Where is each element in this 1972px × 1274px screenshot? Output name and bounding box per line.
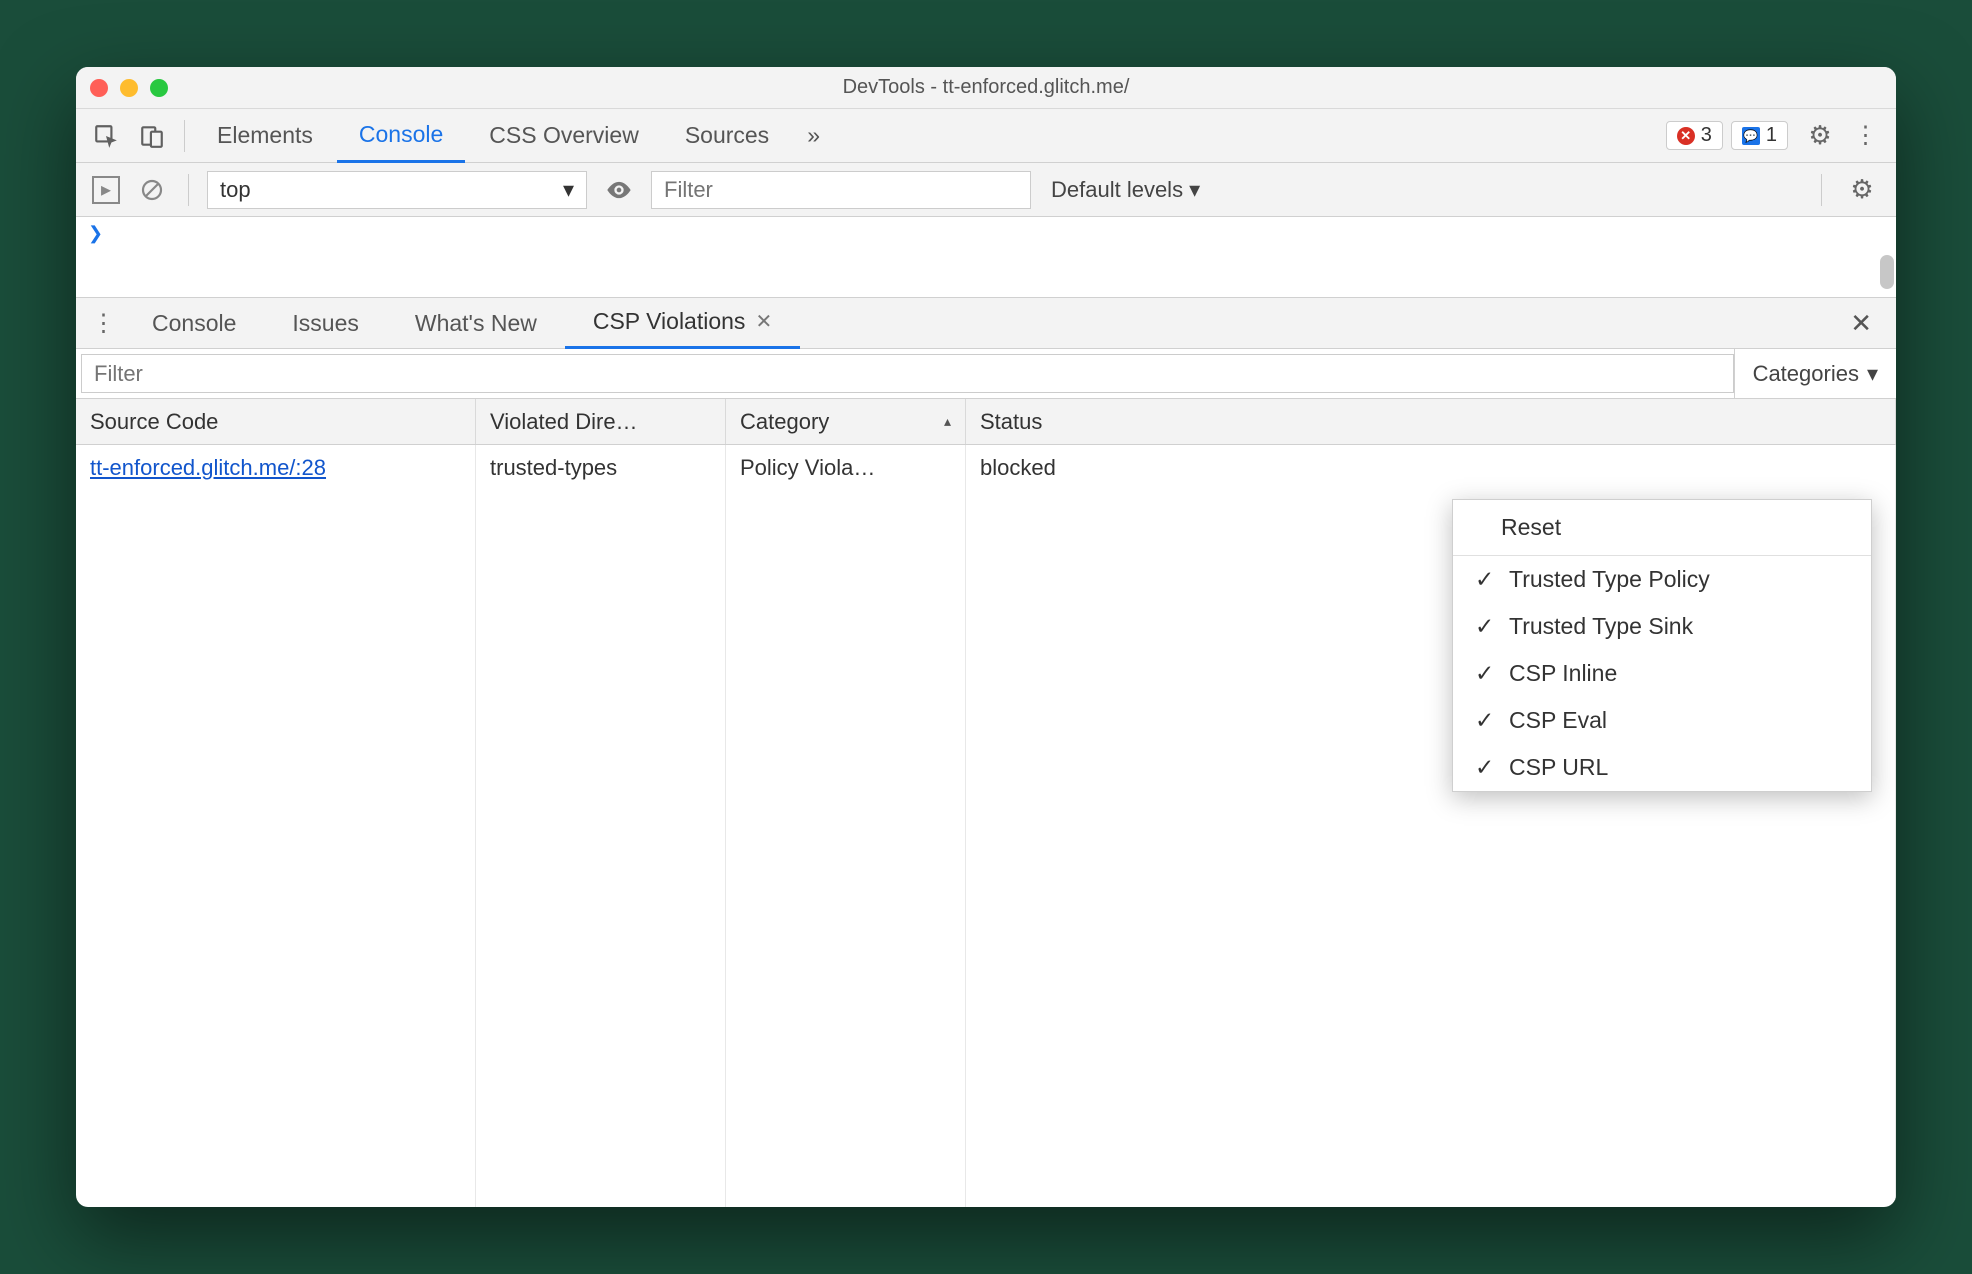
source-link[interactable]: tt-enforced.glitch.me/:28 bbox=[90, 455, 326, 481]
clear-console-icon[interactable] bbox=[134, 168, 170, 212]
th-status[interactable]: Status bbox=[966, 399, 1896, 444]
title-bar: DevTools - tt-enforced.glitch.me/ bbox=[76, 67, 1896, 109]
th-source[interactable]: Source Code bbox=[76, 399, 476, 444]
td-source: tt-enforced.glitch.me/:28 bbox=[76, 445, 476, 491]
inspect-element-icon[interactable] bbox=[84, 114, 128, 158]
table-row[interactable]: tt-enforced.glitch.me/:28 trusted-types … bbox=[76, 445, 1896, 491]
dropdown-option[interactable]: ✓ CSP Inline bbox=[1453, 650, 1871, 697]
th-category[interactable]: Category bbox=[726, 399, 966, 444]
badge-group: ✕ 3 💬 1 bbox=[1666, 121, 1788, 150]
drawer-tab-csp-violations[interactable]: CSP Violations ✕ bbox=[565, 297, 800, 349]
check-icon: ✓ bbox=[1475, 566, 1495, 593]
devtools-window: DevTools - tt-enforced.glitch.me/ Elemen… bbox=[76, 67, 1896, 1207]
sidebar-toggle-icon[interactable]: ▸ bbox=[88, 168, 124, 212]
console-filter-input[interactable] bbox=[651, 171, 1031, 209]
option-label: CSP Inline bbox=[1509, 660, 1617, 687]
tab-console[interactable]: Console bbox=[337, 109, 465, 163]
levels-label: Default levels bbox=[1051, 177, 1183, 203]
option-label: Trusted Type Sink bbox=[1509, 613, 1693, 640]
main-tabs: Elements Console CSS Overview Sources » … bbox=[76, 109, 1896, 163]
separator bbox=[184, 120, 185, 152]
option-label: Trusted Type Policy bbox=[1509, 566, 1710, 593]
console-toolbar: ▸ top ▾ Default levels ▾ ⚙ bbox=[76, 163, 1896, 217]
drawer-tab-issues[interactable]: Issues bbox=[264, 297, 386, 349]
check-icon: ✓ bbox=[1475, 707, 1495, 734]
error-count: 3 bbox=[1701, 124, 1712, 147]
separator bbox=[188, 174, 189, 206]
settings-icon[interactable]: ⚙ bbox=[1798, 114, 1842, 158]
close-drawer-icon[interactable]: ✕ bbox=[1834, 308, 1888, 339]
tab-css-overview[interactable]: CSS Overview bbox=[467, 109, 661, 163]
tab-sources[interactable]: Sources bbox=[663, 109, 791, 163]
context-value: top bbox=[220, 177, 251, 203]
categories-dropdown-button[interactable]: Categories ▾ bbox=[1734, 349, 1896, 398]
message-count-badge[interactable]: 💬 1 bbox=[1731, 121, 1788, 150]
error-icon: ✕ bbox=[1677, 127, 1695, 145]
close-tab-icon[interactable]: ✕ bbox=[755, 309, 772, 334]
more-menu-icon[interactable]: ⋮ bbox=[1844, 114, 1888, 158]
drawer-tab-whats-new[interactable]: What's New bbox=[387, 297, 565, 349]
check-icon: ✓ bbox=[1475, 660, 1495, 687]
chevron-down-icon: ▾ bbox=[563, 177, 574, 203]
more-tabs-button[interactable]: » bbox=[793, 109, 834, 163]
dropdown-option[interactable]: ✓ Trusted Type Policy bbox=[1453, 556, 1871, 603]
check-icon: ✓ bbox=[1475, 613, 1495, 640]
table-header: Source Code Violated Dire… Category Stat… bbox=[76, 399, 1896, 445]
drawer-tab-console[interactable]: Console bbox=[124, 297, 264, 349]
device-toolbar-icon[interactable] bbox=[130, 114, 174, 158]
option-label: CSP URL bbox=[1509, 754, 1608, 781]
live-expression-icon[interactable] bbox=[597, 168, 641, 212]
dropdown-reset[interactable]: Reset bbox=[1453, 500, 1871, 556]
th-directive[interactable]: Violated Dire… bbox=[476, 399, 726, 444]
message-count: 1 bbox=[1766, 124, 1777, 147]
chevron-down-icon: ▾ bbox=[1189, 177, 1200, 203]
separator bbox=[1821, 174, 1822, 206]
tab-elements[interactable]: Elements bbox=[195, 109, 335, 163]
console-output: ❯ bbox=[76, 217, 1896, 297]
message-icon: 💬 bbox=[1742, 127, 1760, 145]
dropdown-option[interactable]: ✓ CSP URL bbox=[1453, 744, 1871, 791]
window-title: DevTools - tt-enforced.glitch.me/ bbox=[76, 76, 1896, 99]
error-count-badge[interactable]: ✕ 3 bbox=[1666, 121, 1723, 150]
drawer-tabs: ⋮ Console Issues What's New CSP Violatio… bbox=[76, 297, 1896, 349]
check-icon: ✓ bbox=[1475, 754, 1495, 781]
chevron-down-icon: ▾ bbox=[1867, 361, 1878, 387]
scrollbar-thumb[interactable] bbox=[1880, 255, 1894, 289]
prompt-caret-icon: ❯ bbox=[76, 217, 1896, 250]
td-category: Policy Viola… bbox=[726, 445, 966, 491]
categories-dropdown: Reset ✓ Trusted Type Policy ✓ Trusted Type… bbox=[1452, 499, 1872, 792]
csp-filter-row: Categories ▾ bbox=[76, 349, 1896, 399]
drawer-tab-label: CSP Violations bbox=[593, 308, 746, 335]
violations-table: Source Code Violated Dire… Category Stat… bbox=[76, 399, 1896, 1207]
option-label: CSP Eval bbox=[1509, 707, 1607, 734]
td-status: blocked bbox=[966, 445, 1896, 491]
context-selector[interactable]: top ▾ bbox=[207, 171, 587, 209]
dropdown-option[interactable]: ✓ Trusted Type Sink bbox=[1453, 603, 1871, 650]
console-settings-icon[interactable]: ⚙ bbox=[1840, 168, 1884, 212]
dropdown-option[interactable]: ✓ CSP Eval bbox=[1453, 697, 1871, 744]
categories-label: Categories bbox=[1753, 361, 1859, 387]
td-directive: trusted-types bbox=[476, 445, 726, 491]
csp-filter-input[interactable] bbox=[81, 354, 1734, 393]
drawer-more-icon[interactable]: ⋮ bbox=[84, 309, 124, 338]
log-levels-selector[interactable]: Default levels ▾ bbox=[1051, 177, 1200, 203]
